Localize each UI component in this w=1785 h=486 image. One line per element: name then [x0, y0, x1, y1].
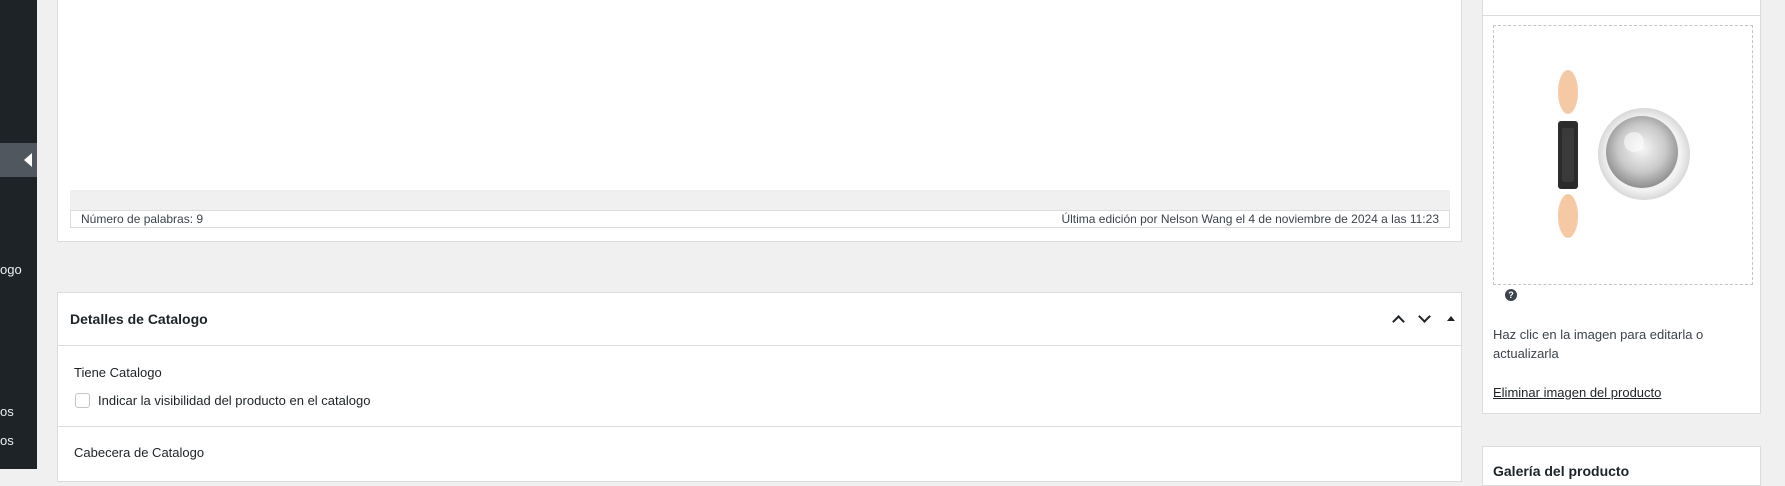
help-icon[interactable]: ?: [1505, 289, 1517, 301]
product-image[interactable]: [1493, 25, 1753, 285]
sidebar-item-label[interactable]: os: [0, 404, 37, 419]
sidebar-item-label[interactable]: ogo: [0, 262, 37, 277]
product-photo-illustration: [1558, 70, 1690, 238]
field-divider: [58, 426, 1461, 427]
toggle-triangle-icon: [1447, 316, 1455, 321]
collapse-arrow-icon: [24, 153, 32, 167]
editor-horizontal-scrollbar[interactable]: [70, 190, 1450, 210]
visibility-checkbox-label[interactable]: Indicar la visibilidad del producto en e…: [98, 393, 370, 408]
catalog-details-metabox: Detalles de Catalogo Tiene Catalogo Indi…: [57, 292, 1462, 482]
has-catalog-label: Tiene Catalogo: [74, 365, 162, 380]
move-down-button[interactable]: [1414, 309, 1436, 331]
visibility-checkbox[interactable]: [75, 393, 90, 408]
editor-status-bar: Número de palabras: 9 Última edición por…: [70, 210, 1450, 228]
product-gallery-panel: Galería del producto: [1482, 446, 1761, 486]
last-edit-info: Última edición por Nelson Wang el 4 de n…: [1061, 212, 1439, 226]
move-up-button[interactable]: [1388, 309, 1410, 331]
product-image-panel: ? Haz clic en la imagen para editarla o …: [1482, 0, 1761, 414]
remove-product-image-link[interactable]: Eliminar imagen del producto: [1493, 385, 1661, 400]
collapse-menu-button[interactable]: [0, 143, 37, 177]
sidebar-item-label[interactable]: os: [0, 433, 37, 448]
content-editor[interactable]: Número de palabras: 9 Última edición por…: [57, 0, 1462, 242]
catalog-header-label: Cabecera de Catalogo: [74, 445, 205, 460]
toggle-panel-button[interactable]: [1440, 309, 1462, 331]
metabox-title: Detalles de Catalogo: [70, 311, 208, 327]
chevron-up-icon: [1392, 315, 1405, 328]
panel-title: Galería del producto: [1493, 463, 1630, 479]
panel-divider: [1483, 15, 1760, 16]
admin-sidebar: ogo os os: [0, 0, 37, 469]
image-edit-hint: Haz clic en la imagen para editarla o ac…: [1493, 327, 1704, 361]
metabox-header: Detalles de Catalogo: [58, 293, 1461, 346]
word-count: Número de palabras: 9: [81, 212, 204, 226]
chevron-down-icon: [1418, 310, 1431, 323]
